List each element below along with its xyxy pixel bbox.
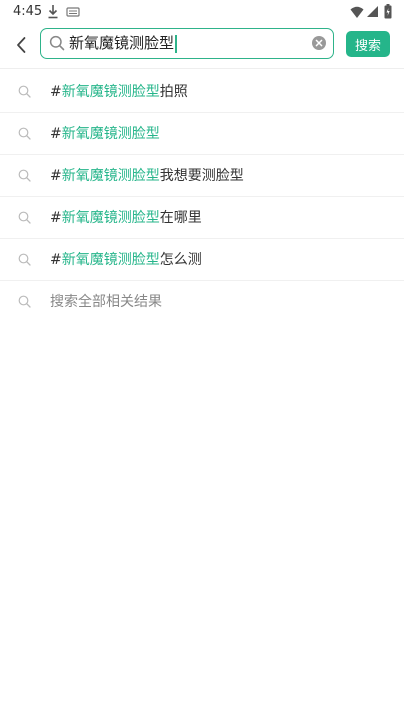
- suggestion-suffix: 我想要测脸型: [159, 168, 244, 184]
- suggestion-item[interactable]: #新氧魔镜测脸型拍照: [0, 71, 404, 113]
- status-time: 4:45: [13, 4, 43, 19]
- suggestion-text: #新氧魔镜测脸型我想要测脸型: [50, 166, 244, 186]
- suggestion-highlight: 新氧魔镜测脸型: [61, 168, 160, 184]
- header-divider: [0, 68, 404, 69]
- suggestion-text: #新氧魔镜测脸型怎么测: [50, 250, 202, 270]
- suggestion-suffix: 怎么测: [159, 252, 202, 268]
- suggestion-prefix: #: [50, 84, 62, 100]
- suggestion-suffix: 在哪里: [159, 210, 202, 226]
- search-input[interactable]: 新氧魔镜测脸型: [69, 33, 177, 53]
- download-icon: [48, 5, 58, 19]
- search-icon: [18, 253, 31, 266]
- search-icon: [18, 127, 31, 140]
- suggestion-highlight: 新氧魔镜测脸型: [61, 84, 160, 100]
- keyboard-icon: [66, 7, 80, 17]
- status-bar: 4:45: [0, 0, 404, 24]
- suggestion-prefix: #: [50, 252, 62, 268]
- battery-icon: [384, 4, 392, 19]
- search-button[interactable]: 搜索: [346, 31, 390, 57]
- search-input-value: 新氧魔镜测脸型: [69, 34, 175, 52]
- search-all-label: 搜索全部相关结果: [50, 294, 162, 310]
- suggestion-list: #新氧魔镜测脸型拍照 #新氧魔镜测脸型 #新氧魔镜测脸型我想要测脸型 #新氧魔镜…: [0, 71, 404, 323]
- text-cursor: [175, 34, 177, 53]
- suggestion-highlight: 新氧魔镜测脸型: [61, 126, 160, 142]
- search-box[interactable]: 新氧魔镜测脸型: [40, 28, 334, 59]
- search-icon: [49, 35, 65, 51]
- suggestion-text: #新氧魔镜测脸型拍照: [50, 82, 188, 102]
- search-icon: [18, 211, 31, 224]
- suggestion-prefix: #: [50, 210, 62, 226]
- search-icon: [18, 85, 31, 98]
- wifi-icon: [350, 6, 364, 18]
- suggestion-item[interactable]: #新氧魔镜测脸型在哪里: [0, 197, 404, 239]
- suggestion-suffix: 拍照: [159, 84, 188, 100]
- chevron-left-icon: [17, 37, 26, 53]
- suggestion-item[interactable]: #新氧魔镜测脸型: [0, 113, 404, 155]
- suggestion-prefix: #: [50, 126, 62, 142]
- back-button[interactable]: [8, 30, 34, 60]
- search-all-item[interactable]: 搜索全部相关结果: [0, 281, 404, 323]
- suggestion-item[interactable]: #新氧魔镜测脸型我想要测脸型: [0, 155, 404, 197]
- signal-icon: [367, 6, 378, 17]
- suggestion-text: #新氧魔镜测脸型: [50, 124, 160, 144]
- suggestion-item[interactable]: #新氧魔镜测脸型怎么测: [0, 239, 404, 281]
- search-header: 新氧魔镜测脸型 搜索: [0, 24, 404, 66]
- clear-icon[interactable]: [312, 36, 326, 50]
- search-icon: [18, 169, 31, 182]
- search-icon: [18, 295, 31, 308]
- suggestion-prefix: #: [50, 168, 62, 184]
- suggestion-highlight: 新氧魔镜测脸型: [61, 252, 160, 268]
- suggestion-highlight: 新氧魔镜测脸型: [61, 210, 160, 226]
- suggestion-text: #新氧魔镜测脸型在哪里: [50, 208, 202, 228]
